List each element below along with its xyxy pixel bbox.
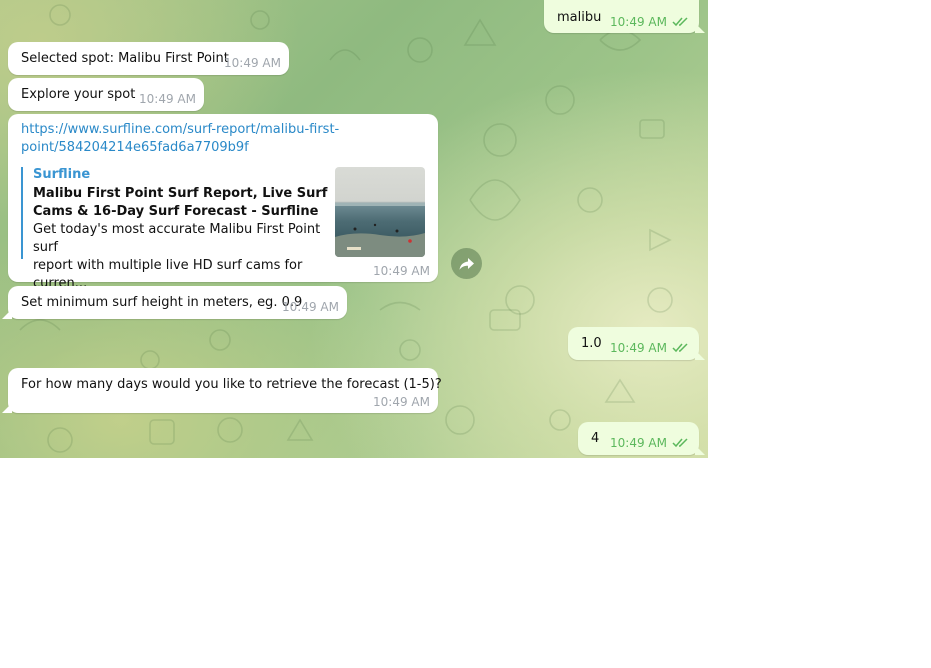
preview-description: Get today's most accurate Malibu First P… — [33, 221, 333, 293]
bubble-tail — [695, 23, 705, 33]
message-time: 10:49 AM — [373, 395, 430, 409]
bubble-tail — [2, 403, 12, 413]
preview-title: Malibu First Point Surf Report, Live Sur… — [33, 186, 328, 219]
message-time: 10:49 AM — [224, 56, 281, 70]
message-link[interactable]: https://www.surfline.com/surf-report/mal… — [21, 121, 341, 157]
link-line: point/584204214e65fad6a7709b9f — [21, 140, 249, 155]
link-line: https://www.surfline.com/surf-report/mal… — [21, 122, 340, 137]
message-text: Explore your spot — [21, 87, 136, 102]
message-text: For how many days would you like to retr… — [21, 377, 442, 392]
message-time: 10:49 AM — [373, 264, 430, 278]
message-text: Selected spot: Malibu First Point — [21, 51, 229, 66]
message-time: 10:49 AM — [610, 15, 667, 29]
message-time: 10:49 AM — [610, 341, 667, 355]
incoming-message[interactable]: Explore your spot 10:49 AM — [8, 78, 204, 111]
outgoing-message[interactable]: 4 10:49 AM — [578, 422, 705, 455]
link-preview[interactable]: Surfline Malibu First Point Surf Report,… — [21, 167, 331, 291]
preview-thumbnail[interactable] — [335, 167, 425, 257]
incoming-message[interactable]: For how many days would you like to retr… — [2, 368, 442, 413]
message-time: 10:49 AM — [610, 436, 667, 450]
beach-photo — [335, 203, 425, 257]
message-text: 4 — [591, 431, 600, 446]
share-arrow-icon — [459, 258, 474, 270]
double-check-icon — [672, 17, 688, 27]
message-text: malibu — [557, 10, 602, 25]
message-time: 10:49 AM — [139, 92, 196, 106]
chat-area[interactable]: malibu 10:49 AM Selected spot: Malibu Fi… — [0, 0, 708, 458]
incoming-message[interactable]: Selected spot: Malibu First Point 10:49 … — [8, 42, 289, 75]
message-text: 1.0 — [581, 336, 602, 351]
incoming-message[interactable]: Set minimum surf height in meters, eg. 0… — [2, 286, 347, 319]
incoming-link-message[interactable]: https://www.surfline.com/surf-report/mal… — [8, 114, 438, 291]
double-check-icon — [672, 438, 688, 448]
outgoing-message[interactable]: malibu 10:49 AM — [544, 0, 705, 33]
outgoing-message[interactable]: 1.0 10:49 AM — [568, 327, 705, 360]
message-time: 10:49 AM — [282, 300, 339, 314]
preview-description-line: Get today's most accurate Malibu First P… — [33, 222, 321, 255]
bubble-tail — [695, 445, 705, 455]
preview-site-name: Surfline — [33, 167, 91, 182]
double-check-icon — [672, 343, 688, 353]
bubble-tail — [695, 350, 705, 360]
share-button[interactable] — [451, 248, 482, 279]
message-text: Set minimum surf height in meters, eg. 0… — [21, 295, 303, 310]
bubble-tail — [2, 309, 12, 319]
